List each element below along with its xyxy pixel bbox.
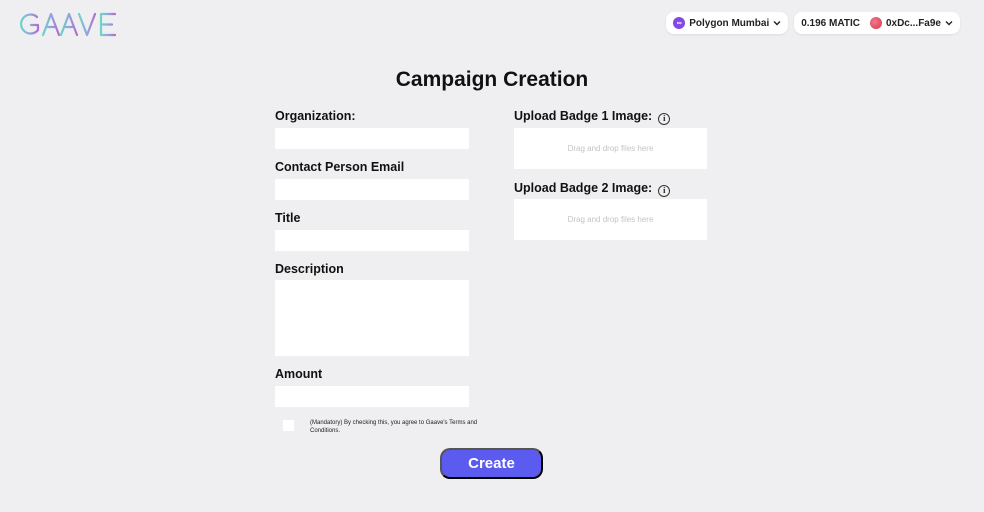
network-selector[interactable]: ∞ Polygon Mumbai [666,12,789,34]
badge2-label-row: Upload Badge 2 Image: i [514,181,671,197]
dropzone-text: Drag and drop files here [567,215,654,224]
amount-input[interactable] [275,386,469,407]
description-label: Description [275,262,344,276]
network-label: Polygon Mumbai [689,17,770,29]
title-label: Title [275,211,301,225]
wallet-bar: ∞ Polygon Mumbai 0.196 MATIC 0xDc...Fa9e [666,12,960,34]
amount-label: Amount [275,367,323,381]
organization-input[interactable] [275,128,469,149]
create-button[interactable]: Create [440,448,543,479]
polygon-icon: ∞ [673,17,686,29]
gaave-logo [20,12,117,37]
balance-text: 0.196 MATIC [801,17,860,29]
info-icon[interactable]: i [658,184,671,197]
page-title: Campaign Creation [395,68,589,91]
terms-checkbox[interactable] [283,420,294,431]
badge1-label: Upload Badge 1 Image: [514,109,653,123]
badge1-dropzone[interactable]: Drag and drop files here [514,128,707,169]
account-address: 0xDc...Fa9e [885,17,941,29]
email-input[interactable] [275,179,469,200]
organization-label: Organization: [275,109,356,123]
badge1-label-row: Upload Badge 1 Image: i [514,109,671,125]
email-label: Contact Person Email [275,160,405,174]
badge2-label: Upload Badge 2 Image: [514,181,653,195]
title-input[interactable] [275,230,469,251]
account-button[interactable]: 0.196 MATIC 0xDc...Fa9e [794,12,960,34]
avatar [869,17,882,29]
dropzone-text: Drag and drop files here [567,144,654,153]
chevron-down-icon [773,21,781,26]
chevron-down-icon [945,21,953,26]
badge2-dropzone[interactable]: Drag and drop files here [514,199,707,240]
info-icon[interactable]: i [658,112,671,125]
description-textarea[interactable] [275,280,469,356]
terms-text: (Mandatory) By checking this, you agree … [310,420,478,434]
